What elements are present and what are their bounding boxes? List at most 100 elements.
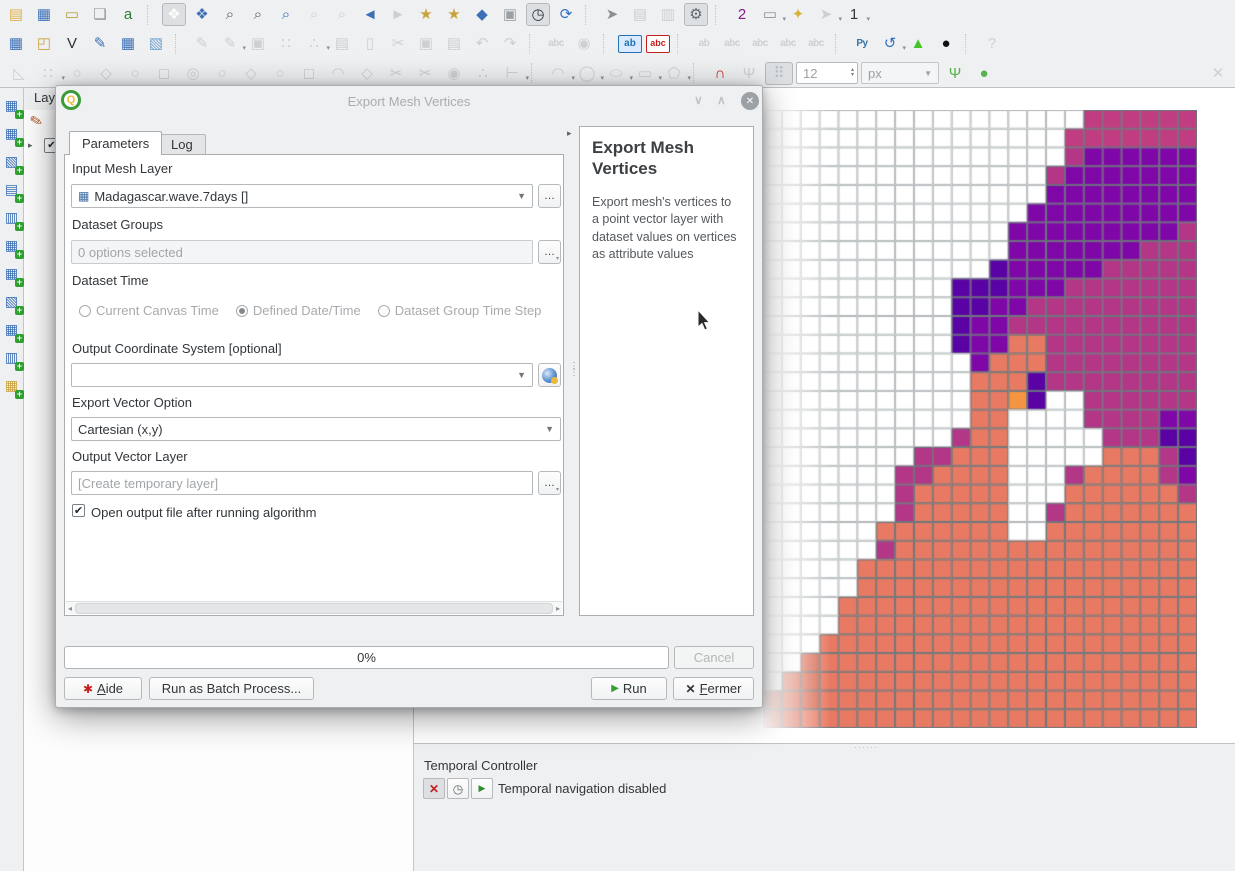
mesh-layer-render[interactable] [763, 110, 1197, 728]
scroll-left-icon[interactable]: ◂ [68, 604, 72, 613]
cancel-button[interactable]: Cancel [674, 646, 754, 669]
splitter-handle[interactable]: ⋮⋮ [569, 364, 579, 376]
panel-resize-handle[interactable]: ······ [854, 742, 878, 752]
export-vector-option-combo[interactable]: Cartesian (x,y) ▼ [71, 417, 561, 441]
select-crs-button[interactable] [538, 363, 561, 387]
radio-current-canvas-time[interactable] [79, 305, 91, 317]
close-icon[interactable]: ✕ [741, 92, 759, 110]
add-raster-layer-icon[interactable]: ▦ [2, 124, 21, 143]
options-gear-icon[interactable]: ⚙ [684, 3, 708, 26]
output-vector-browse-button[interactable]: … ▾ [538, 471, 561, 495]
dialog-titlebar[interactable]: Q Export Mesh Vertices ∨ ∧ ✕ [56, 86, 762, 116]
radio-defined-datetime[interactable] [236, 305, 248, 317]
zoom-last-icon[interactable]: ◄ [358, 3, 382, 26]
input-mesh-layer-combo[interactable]: ▦ Madagascar.wave.7days [] ▼ [71, 184, 533, 208]
new-shapefile-icon[interactable]: V [60, 32, 84, 55]
globe-icon [542, 368, 557, 383]
refresh-map-icon[interactable]: ⟳ [554, 3, 578, 26]
new-print-layout-icon[interactable]: ▭ [60, 3, 84, 26]
run-as-batch-button[interactable]: Run as Batch Process... [149, 677, 314, 700]
add-oracle-icon[interactable]: ▧▾ [2, 292, 21, 311]
new-geopackage-icon[interactable]: ◰ [32, 32, 56, 55]
spatial-bookmarks-icon[interactable]: ◆ [470, 3, 494, 26]
identify-features-icon[interactable]: ➤ [600, 3, 624, 26]
layer-tree-expand-icon[interactable]: ▸ [28, 140, 33, 151]
dataset-groups-browse-button[interactable]: … ▾ [538, 240, 561, 264]
cut-features-icon: ✂ [386, 32, 410, 55]
input-mesh-browse-button[interactable]: … [538, 184, 561, 208]
run-button[interactable]: ▶ Run [591, 677, 667, 700]
temporal-nav-off-button[interactable]: ✕ [423, 778, 445, 799]
metasearch-icon[interactable]: 2 [730, 3, 754, 26]
dataset-groups-input[interactable]: 0 options selected [71, 240, 533, 264]
output-crs-combo[interactable]: ▼ [71, 363, 533, 387]
paste-features-icon: ▤ [442, 32, 466, 55]
add-wms-icon[interactable]: ▦ [2, 320, 21, 339]
help-collapse-icon[interactable]: ▸ [567, 128, 572, 139]
add-delimited-text-icon[interactable]: ▤ [2, 180, 21, 199]
scrollbar-thumb[interactable] [75, 603, 553, 614]
scroll-right-icon[interactable]: ▸ [556, 604, 560, 613]
debug-bug-icon[interactable]: ● [934, 32, 958, 55]
zoom-in-icon[interactable]: ⌕ [218, 3, 242, 26]
help-panel: Export Mesh Vertices Export mesh's verti… [579, 126, 754, 616]
new-mesh-layer-icon[interactable]: ▦ [116, 32, 140, 55]
style-brush-icon[interactable]: ✎ [28, 111, 45, 132]
snapping-tolerance-spinbox[interactable]: 12▴▾ [796, 62, 858, 84]
pan-to-selection-icon[interactable]: ❖ [190, 3, 214, 26]
snapping-magnet-icon[interactable]: ∩ [707, 62, 733, 85]
zoom-out-icon[interactable]: ⌕ [246, 3, 270, 26]
processing-history-icon[interactable]: ↺▾ [878, 32, 902, 55]
redo-icon: ↷ [498, 32, 522, 55]
shade-down-icon[interactable]: ∨ [694, 93, 703, 107]
map-tips-icon[interactable]: ✦ [786, 3, 810, 26]
add-part-icon: ○ [209, 62, 235, 85]
tab-log[interactable]: Log [158, 134, 206, 155]
show-bookmarks-icon[interactable]: ★ [442, 3, 466, 26]
measure-icon[interactable]: ▭▾ [758, 3, 782, 26]
add-wcs-icon[interactable]: ▥▾ [2, 348, 21, 367]
snap-grid-icon[interactable]: ⠿ [765, 62, 793, 85]
tab-parameters[interactable]: Parameters [69, 131, 162, 155]
layout-manager-icon[interactable]: ❏ [88, 3, 112, 26]
add-wfs-icon[interactable]: ▦▾ [2, 376, 21, 395]
add-mesh-layer-icon[interactable]: ▧ [2, 152, 21, 171]
delete-selected-icon: ▯ [358, 32, 382, 55]
annotation-icon[interactable]: a [116, 3, 140, 26]
data-source-manager-icon[interactable]: ▦ [4, 32, 28, 55]
open-output-checkbox[interactable]: ✔ [72, 504, 85, 517]
temporal-animated-button[interactable]: ▶ [471, 778, 493, 799]
output-vector-layer-input[interactable]: [Create temporary layer] [71, 471, 533, 495]
trace-digitize-icon[interactable]: ● [971, 62, 997, 85]
layer-diagram-icon[interactable]: abc [646, 35, 670, 53]
tracing-icon[interactable]: Ψ [942, 62, 968, 85]
zoom-native-icon[interactable]: ⌕ [274, 3, 298, 26]
temporal-fixed-range-button[interactable]: ◷ [447, 778, 469, 799]
snapping-units-combo[interactable]: px▼ [861, 62, 939, 84]
help-button[interactable]: ✱ Aide [64, 677, 142, 700]
dataset-groups-label: Dataset Groups [72, 217, 163, 232]
add-spatialite-icon[interactable]: ▦ [2, 236, 21, 255]
temporal-controller-icon[interactable]: ◷ [526, 3, 550, 26]
project-open-icon[interactable]: ▤ [4, 3, 28, 26]
project-save-icon[interactable]: ▦ [32, 3, 56, 26]
raster-hillshade-icon[interactable]: ▲ [906, 32, 930, 55]
radio-dataset-group-timestep[interactable] [378, 305, 390, 317]
close-dialog-button[interactable]: ✕ Fermer [673, 677, 754, 700]
new-spatialite-icon[interactable]: ✎ [88, 32, 112, 55]
pan-map-icon[interactable]: ❖ [162, 3, 186, 26]
shade-up-icon[interactable]: ∧ [717, 93, 726, 107]
horizontal-scrollbar[interactable]: ◂ ▸ [66, 601, 562, 614]
add-vector-layer-icon[interactable]: ▦ [2, 96, 21, 115]
add-postgis-icon[interactable]: ▥ [2, 208, 21, 227]
export-mesh-vertices-dialog: Q Export Mesh Vertices ∨ ∧ ✕ Parameters … [55, 85, 763, 708]
new-virtual-layer-icon[interactable]: ▧ [144, 32, 168, 55]
polygon-tool-icon: ⬠▾ [661, 62, 687, 85]
new-bookmark-icon[interactable]: ★ [414, 3, 438, 26]
layer-labeling-icon[interactable]: ab [618, 35, 642, 53]
python-console-icon[interactable]: Py [850, 32, 874, 55]
scale-callout-icon[interactable]: 1▾ [842, 3, 866, 26]
label-change-icon: abc [804, 32, 828, 55]
new-map-view-icon[interactable]: ▣ [498, 3, 522, 26]
add-mssql-icon[interactable]: ▦▾ [2, 264, 21, 283]
